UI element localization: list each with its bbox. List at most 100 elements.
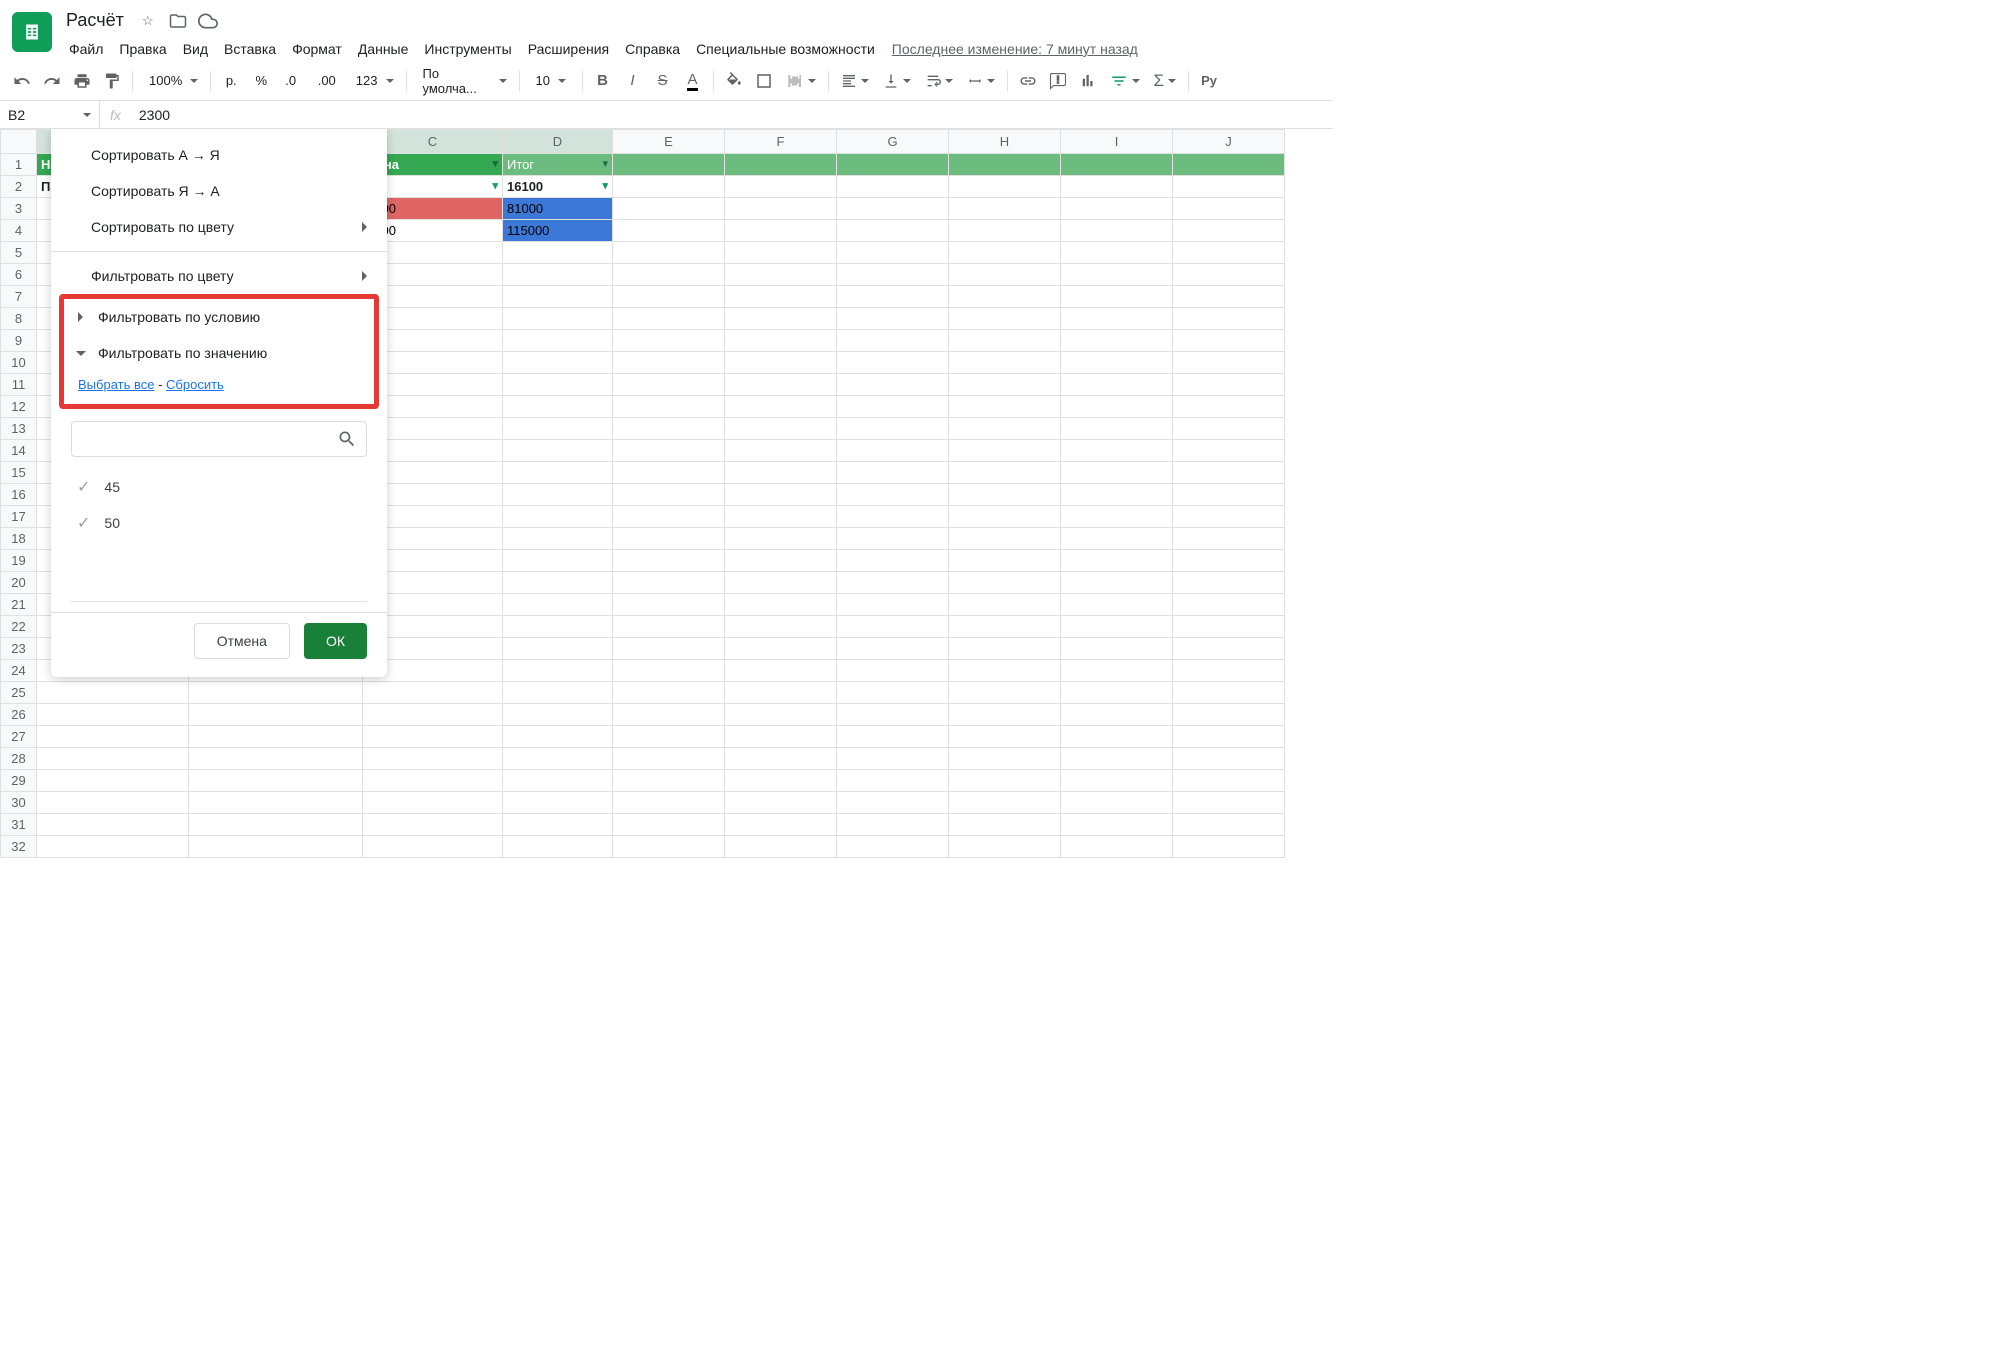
currency-button[interactable]: р.: [217, 67, 245, 95]
select-all-link[interactable]: Выбрать все: [78, 377, 154, 392]
scripts-button[interactable]: Рy: [1195, 67, 1223, 95]
filter-by-value[interactable]: Фильтровать по значению: [64, 335, 374, 371]
col-header-F[interactable]: F: [725, 130, 837, 154]
fill-color-icon[interactable]: [720, 67, 748, 95]
doc-title[interactable]: Расчёт: [62, 8, 128, 33]
row-header[interactable]: 14: [1, 440, 37, 462]
font-select[interactable]: По умолча...: [413, 67, 513, 95]
cell[interactable]: 115000: [503, 220, 613, 242]
row-header[interactable]: 26: [1, 704, 37, 726]
row-header[interactable]: 17: [1, 506, 37, 528]
chart-icon[interactable]: [1074, 67, 1102, 95]
decrease-decimal-icon[interactable]: .0: [277, 67, 307, 95]
valign-icon[interactable]: [877, 67, 917, 95]
sort-za[interactable]: Сортировать Я → А: [51, 173, 387, 209]
col-header-J[interactable]: J: [1173, 130, 1285, 154]
row-header[interactable]: 31: [1, 814, 37, 836]
filter-search-input[interactable]: [71, 421, 367, 457]
fontsize-select[interactable]: 10: [526, 67, 576, 95]
col-header-I[interactable]: I: [1061, 130, 1173, 154]
sheets-logo[interactable]: [12, 12, 52, 52]
merge-cells-icon[interactable]: [780, 67, 822, 95]
menu-file[interactable]: Файл: [62, 37, 110, 61]
row-header[interactable]: 27: [1, 726, 37, 748]
row-header[interactable]: 1: [1, 154, 37, 176]
row-header[interactable]: 21: [1, 594, 37, 616]
cell-reference[interactable]: B2: [0, 101, 100, 128]
col-header-D[interactable]: D: [503, 130, 613, 154]
menu-format[interactable]: Формат: [285, 37, 349, 61]
menu-data[interactable]: Данные: [351, 37, 416, 61]
menu-edit[interactable]: Правка: [112, 37, 173, 61]
filter-value-item[interactable]: ✓45: [71, 469, 367, 505]
last-edit[interactable]: Последнее изменение: 7 минут назад: [884, 37, 1146, 61]
undo-icon[interactable]: [8, 67, 36, 95]
row-header[interactable]: 2: [1, 176, 37, 198]
text-color-icon[interactable]: A: [679, 67, 707, 95]
row-header[interactable]: 7: [1, 286, 37, 308]
row-header[interactable]: 6: [1, 264, 37, 286]
row-header[interactable]: 28: [1, 748, 37, 770]
row-header[interactable]: 5: [1, 242, 37, 264]
sort-az[interactable]: Сортировать А → Я: [51, 137, 387, 173]
filter-icon[interactable]: [1104, 67, 1146, 95]
zoom-select[interactable]: 100%: [139, 67, 204, 95]
link-icon[interactable]: [1014, 67, 1042, 95]
menu-accessibility[interactable]: Специальные возможности: [689, 37, 882, 61]
col-header-E[interactable]: E: [613, 130, 725, 154]
col-header-H[interactable]: H: [949, 130, 1061, 154]
cloud-icon[interactable]: [198, 11, 218, 31]
row-header[interactable]: 22: [1, 616, 37, 638]
filter-by-color[interactable]: Фильтровать по цвету: [51, 258, 387, 294]
menu-view[interactable]: Вид: [176, 37, 215, 61]
menu-insert[interactable]: Вставка: [217, 37, 283, 61]
filter-value-item[interactable]: ✓50: [71, 505, 367, 541]
percent-button[interactable]: %: [247, 67, 275, 95]
search-icon[interactable]: [337, 429, 357, 452]
rotate-icon[interactable]: [961, 67, 1001, 95]
number-format-select[interactable]: 123: [346, 67, 400, 95]
borders-icon[interactable]: [750, 67, 778, 95]
row-header[interactable]: 18: [1, 528, 37, 550]
redo-icon[interactable]: [38, 67, 66, 95]
row-header[interactable]: 13: [1, 418, 37, 440]
row-header[interactable]: 30: [1, 792, 37, 814]
italic-icon[interactable]: I: [619, 67, 647, 95]
wrap-icon[interactable]: [919, 67, 959, 95]
row-header[interactable]: 29: [1, 770, 37, 792]
ok-button[interactable]: ОК: [304, 623, 367, 659]
row-header[interactable]: 9: [1, 330, 37, 352]
bold-icon[interactable]: B: [589, 67, 617, 95]
row-header[interactable]: 8: [1, 308, 37, 330]
row-header[interactable]: 11: [1, 374, 37, 396]
paint-format-icon[interactable]: [98, 67, 126, 95]
col-header-G[interactable]: G: [837, 130, 949, 154]
cell[interactable]: 16100▾: [503, 176, 613, 198]
menu-help[interactable]: Справка: [618, 37, 687, 61]
row-header[interactable]: 16: [1, 484, 37, 506]
increase-decimal-icon[interactable]: .00: [310, 67, 344, 95]
print-icon[interactable]: [68, 67, 96, 95]
row-header[interactable]: 10: [1, 352, 37, 374]
cell[interactable]: [613, 154, 725, 176]
reset-link[interactable]: Сбросить: [166, 377, 224, 392]
row-header[interactable]: 23: [1, 638, 37, 660]
row-header[interactable]: 3: [1, 198, 37, 220]
halign-icon[interactable]: [835, 67, 875, 95]
functions-icon[interactable]: Σ: [1148, 67, 1183, 95]
star-icon[interactable]: ☆: [138, 11, 158, 31]
cell[interactable]: Итог▾: [503, 154, 613, 176]
row-header[interactable]: 12: [1, 396, 37, 418]
filter-icon[interactable]: ▾: [492, 157, 498, 170]
comment-icon[interactable]: [1044, 67, 1072, 95]
select-all-corner[interactable]: [1, 130, 37, 154]
cancel-button[interactable]: Отмена: [194, 623, 290, 659]
strikethrough-icon[interactable]: S: [649, 67, 677, 95]
filter-by-condition[interactable]: Фильтровать по условию: [64, 299, 374, 335]
move-icon[interactable]: [168, 11, 188, 31]
row-header[interactable]: 4: [1, 220, 37, 242]
row-header[interactable]: 25: [1, 682, 37, 704]
row-header[interactable]: 19: [1, 550, 37, 572]
row-header[interactable]: 24: [1, 660, 37, 682]
menu-tools[interactable]: Инструменты: [417, 37, 518, 61]
